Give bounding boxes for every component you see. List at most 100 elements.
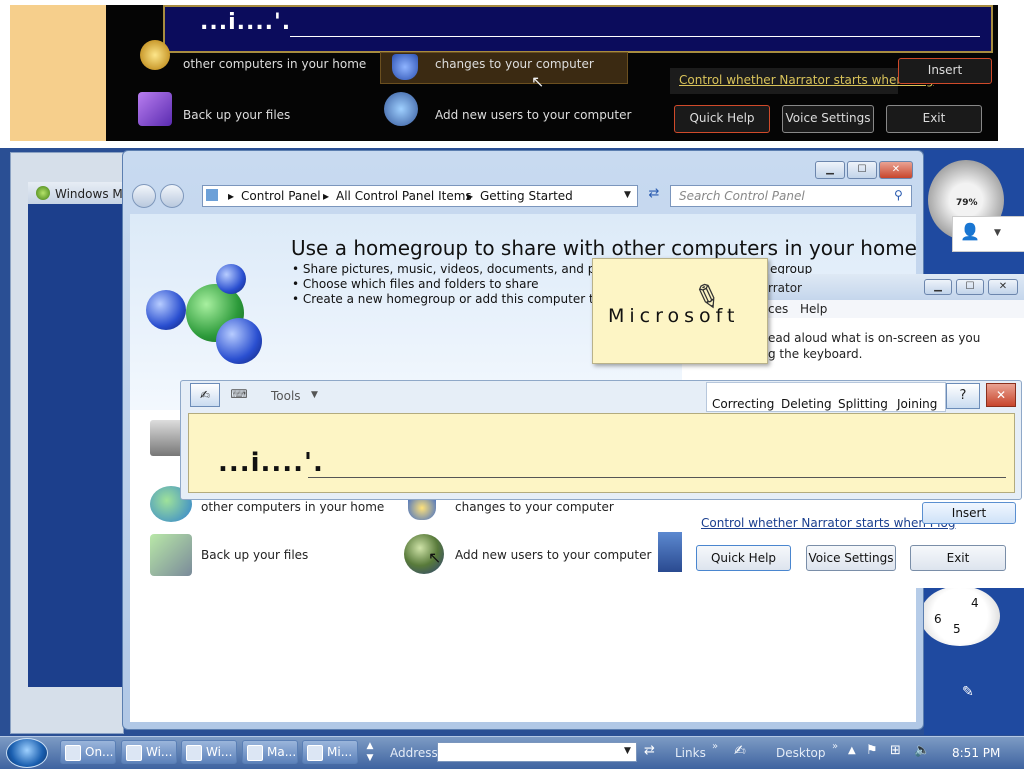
- top-ink-baseline: [290, 36, 980, 37]
- task-add-users[interactable]: Add new users to your computer: [455, 548, 651, 562]
- homegroup-icon: [140, 40, 170, 70]
- narrator-quick-help-button[interactable]: Quick Help: [696, 545, 791, 571]
- top-task-homegroup[interactable]: other computers in your home: [183, 57, 366, 71]
- hero-bullet-2: • Choose which files and folders to shar…: [292, 277, 539, 291]
- gesture-joining[interactable]: Joining: [897, 397, 937, 411]
- narrator-minimize-button[interactable]: ▁: [924, 279, 952, 295]
- maximize-button[interactable]: ☐: [847, 161, 877, 179]
- task-changes[interactable]: changes to your computer: [455, 500, 614, 514]
- narrator-startup-link-text[interactable]: Control whether Narrator starts when I l…: [701, 516, 955, 530]
- desktop-toolbar-label[interactable]: Desktop: [776, 746, 826, 760]
- narrator-title: rrator: [768, 281, 802, 295]
- taskbar-button-microsoft[interactable]: Mi...: [302, 740, 358, 764]
- show-hidden-icons[interactable]: ▲: [848, 745, 856, 756]
- computer-icon: [150, 420, 184, 456]
- close-button[interactable]: ✕: [879, 161, 913, 179]
- top-voice-settings-button[interactable]: Voice Settings: [782, 105, 874, 133]
- hero-bullet-3-text: Create a new homegroup or add this compu…: [302, 292, 638, 306]
- top-task-changes[interactable]: changes to your computer: [435, 57, 594, 71]
- narrator-close-button[interactable]: ✕: [988, 279, 1018, 295]
- taskbar-button-window-2[interactable]: Wi...: [181, 740, 237, 764]
- breadcrumb-getting-started[interactable]: Getting Started: [480, 189, 573, 203]
- backup-icon: [138, 92, 172, 126]
- flag-icon[interactable]: ⚑: [866, 743, 878, 758]
- links-toolbar-label[interactable]: Links: [675, 746, 706, 760]
- narrator-maximize-button[interactable]: ☐: [956, 279, 984, 295]
- top-exit-button[interactable]: Exit: [886, 105, 982, 133]
- breadcrumb-all-items[interactable]: All Control Panel Items: [336, 189, 472, 203]
- volume-icon[interactable]: 🔈: [914, 743, 930, 758]
- users-icon: [384, 92, 418, 126]
- task-backup[interactable]: Back up your files: [201, 548, 308, 562]
- keyboard-icon[interactable]: ⌨: [222, 383, 256, 407]
- taskbar-button-onscreen[interactable]: On...: [60, 740, 116, 764]
- close-icon[interactable]: ✕: [986, 383, 1016, 407]
- minimize-button[interactable]: ▁: [815, 161, 845, 179]
- taskbar-button-window-1[interactable]: Wi...: [121, 740, 177, 764]
- tools-menu[interactable]: Tools: [271, 389, 301, 403]
- breadcrumb-sep-icon: ▸: [323, 189, 330, 203]
- chevron-icon[interactable]: »: [712, 741, 718, 752]
- media-center-window: [28, 182, 124, 687]
- top-task-add-users[interactable]: Add new users to your computer: [435, 108, 631, 122]
- refresh-icon[interactable]: ⇄: [644, 186, 664, 206]
- narrator-insert-button[interactable]: Insert: [922, 502, 1016, 524]
- homegroup-orb-left: [146, 290, 186, 330]
- hero-bullet-3: • Create a new homegroup or add this com…: [292, 292, 638, 306]
- taskbar-label: Wi...: [206, 745, 233, 759]
- address-dropdown-icon[interactable]: ▼: [624, 190, 631, 200]
- start-button[interactable]: [6, 738, 48, 768]
- top-narrator-link[interactable]: Control whether Narrator starts when I l…: [679, 73, 933, 87]
- ink-text: ...i....'.: [218, 448, 324, 478]
- display-icon: [658, 532, 684, 572]
- top-ink-text: ...i....'.: [200, 10, 292, 35]
- writing-pad-icon[interactable]: ✍: [190, 383, 220, 407]
- taskbar-address-input[interactable]: [437, 742, 637, 762]
- top-insert-button[interactable]: Insert: [898, 58, 992, 84]
- clock-digit-4: 4: [971, 596, 979, 610]
- pencil-icon[interactable]: ✎: [962, 684, 974, 700]
- clock-gadget[interactable]: [920, 586, 1000, 646]
- top-task-backup[interactable]: Back up your files: [183, 108, 290, 122]
- hero-title: Use a homegroup to share with other comp…: [291, 236, 917, 260]
- top-tan-panel: [10, 5, 106, 141]
- go-icon[interactable]: ⇄: [644, 743, 655, 758]
- network-icon[interactable]: ⊞: [890, 743, 901, 758]
- back-button[interactable]: [132, 184, 156, 208]
- gesture-splitting[interactable]: Splitting: [838, 397, 888, 411]
- ink-baseline: [308, 477, 1006, 478]
- hero-bullet-2-text: Choose which files and folders to share: [302, 277, 539, 291]
- taskbar-label: On...: [85, 745, 114, 759]
- search-icon[interactable]: ⚲: [894, 188, 903, 202]
- cpu-meter-value: 79%: [956, 198, 978, 208]
- media-center-title[interactable]: Windows Me: [55, 187, 130, 201]
- help-icon[interactable]: ?: [946, 383, 980, 409]
- user-icon: 👤: [960, 222, 980, 241]
- narrator-menu-preferences[interactable]: ces: [768, 302, 788, 316]
- narrator-voice-settings-button[interactable]: Voice Settings: [806, 545, 896, 571]
- top-quick-help-button[interactable]: Quick Help: [674, 105, 770, 133]
- hero-bullet-1: • Share pictures, music, videos, documen…: [292, 262, 635, 276]
- chevron-icon[interactable]: »: [832, 741, 838, 752]
- address-dropdown-icon[interactable]: ▼: [624, 746, 631, 756]
- control-panel-icon: [206, 189, 218, 201]
- window-icon: [186, 745, 202, 761]
- cursor-icon: ↖: [428, 548, 442, 567]
- clock-digit-6: 6: [934, 612, 942, 626]
- taskbar-scroll-icon[interactable]: ▲ ▼: [364, 740, 376, 764]
- narrator-exit-button[interactable]: Exit: [910, 545, 1006, 571]
- task-homegroup[interactable]: other computers in your home: [201, 500, 384, 514]
- magnifier-icon: [247, 745, 263, 761]
- chevron-down-icon[interactable]: ▼: [994, 228, 1001, 238]
- input-panel-icon[interactable]: ✍: [734, 743, 746, 759]
- gesture-deleting[interactable]: Deleting: [781, 397, 832, 411]
- tools-dropdown-icon[interactable]: ▼: [311, 390, 318, 400]
- breadcrumb-control-panel[interactable]: Control Panel: [241, 189, 321, 203]
- hero-bullet-1-text: Share pictures, music, videos, documents…: [302, 262, 635, 276]
- forward-button[interactable]: [160, 184, 184, 208]
- gesture-correcting[interactable]: Correcting: [712, 397, 774, 411]
- narrator-startup-link[interactable]: Control whether Narrator starts when I l…: [701, 516, 955, 530]
- taskbar-clock[interactable]: 8:51 PM: [952, 746, 1000, 760]
- narrator-menu-help[interactable]: Help: [800, 302, 827, 316]
- taskbar-button-magnifier[interactable]: Ma...: [242, 740, 298, 764]
